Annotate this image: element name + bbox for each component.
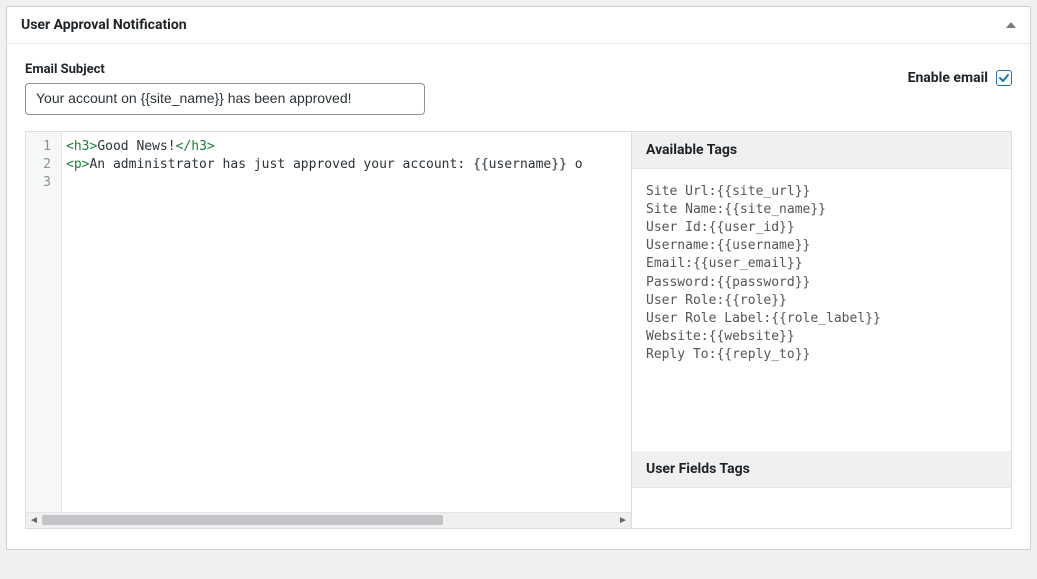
tags-pane: Available Tags Site Url:{{site_url}} Sit… [631, 132, 1011, 528]
settings-panel: User Approval Notification Email Subject… [6, 6, 1031, 550]
tag-item[interactable]: Username:{{username}} [646, 237, 997, 255]
email-subject-input[interactable] [25, 83, 425, 115]
scroll-track[interactable] [42, 515, 615, 525]
tag-item[interactable]: User Role Label:{{role_label}} [646, 310, 997, 328]
tag-item[interactable]: Password:{{password}} [646, 274, 997, 292]
enable-email-block: Enable email [908, 70, 1012, 86]
available-tags-header: Available Tags [632, 132, 1011, 169]
email-subject-label: Email Subject [25, 62, 425, 77]
available-tags-list: Site Url:{{site_url}} Site Name:{{site_n… [632, 169, 1011, 451]
tag-item[interactable]: Website:{{website}} [646, 328, 997, 346]
horizontal-scrollbar[interactable]: ◄ ► [26, 512, 631, 528]
scroll-left-icon[interactable]: ◄ [26, 512, 42, 528]
check-icon [998, 72, 1010, 84]
code-editor[interactable]: 1 2 3 <h3>Good News!</h3> <p>An administ… [26, 132, 631, 528]
tag-item[interactable]: Reply To:{{reply_to}} [646, 346, 997, 364]
panel-body: Email Subject Enable email 1 2 3 [7, 44, 1030, 549]
scroll-thumb[interactable] [42, 515, 443, 525]
user-fields-tags-list [632, 488, 1011, 528]
tag-item[interactable]: Site Url:{{site_url}} [646, 183, 997, 201]
panel-header[interactable]: User Approval Notification [7, 7, 1030, 44]
collapse-up-icon[interactable] [1006, 22, 1016, 28]
user-fields-tags-header: User Fields Tags [632, 451, 1011, 488]
tag-item[interactable]: User Role:{{role}} [646, 292, 997, 310]
scroll-right-icon[interactable]: ► [615, 512, 631, 528]
line-gutter: 1 2 3 [26, 132, 62, 512]
editor-row: 1 2 3 <h3>Good News!</h3> <p>An administ… [25, 131, 1012, 529]
tag-item[interactable]: Site Name:{{site_name}} [646, 201, 997, 219]
enable-email-checkbox[interactable] [996, 70, 1012, 86]
email-subject-block: Email Subject [25, 62, 425, 115]
code-content[interactable]: <h3>Good News!</h3> <p>An administrator … [62, 132, 631, 512]
panel-title: User Approval Notification [21, 17, 187, 33]
tag-item[interactable]: User Id:{{user_id}} [646, 219, 997, 237]
tag-item[interactable]: Email:{{user_email}} [646, 255, 997, 273]
enable-email-label: Enable email [908, 70, 988, 86]
